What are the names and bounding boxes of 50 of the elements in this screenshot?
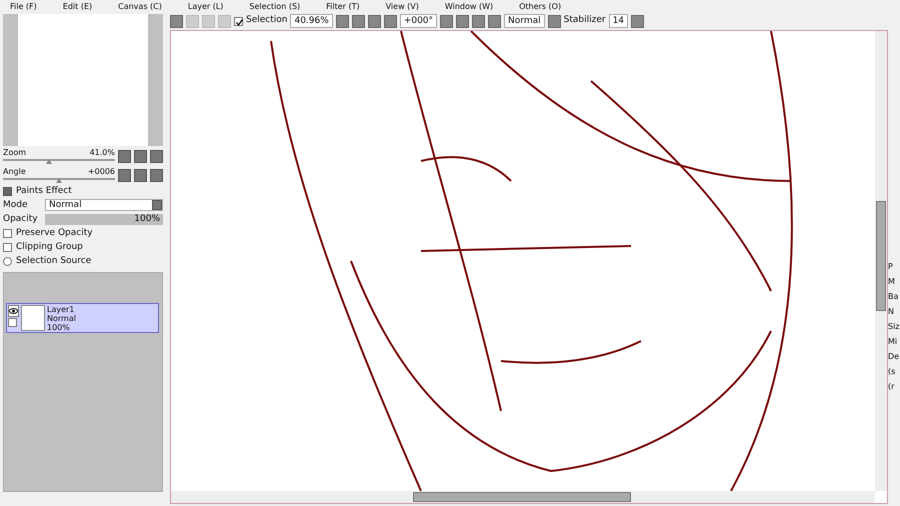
panel-label: (r <box>888 382 896 391</box>
panel-label: (s <box>888 367 896 376</box>
panel-label: N <box>888 307 895 316</box>
zoom-value: 41.0% <box>90 148 115 157</box>
zoom-field[interactable]: 40.96% <box>290 14 333 28</box>
menu-item[interactable]: Others (O) <box>519 0 562 12</box>
checkbox[interactable] <box>234 16 243 26</box>
checkbox-label[interactable]: Clipping Group <box>16 241 83 253</box>
angle-field[interactable]: +000° <box>400 14 438 28</box>
zoom-label: Zoom <box>3 148 26 157</box>
radio-button[interactable] <box>3 256 12 266</box>
panel-label: Siz <box>888 322 900 331</box>
selection-label[interactable]: Selection <box>246 14 288 28</box>
layer-thumbnail <box>21 305 45 331</box>
menu-item[interactable]: Selection (S) <box>249 0 300 12</box>
stabilizer-field[interactable]: 14 <box>608 14 628 28</box>
mode-dropdown[interactable]: Normal <box>45 199 163 211</box>
checkbox[interactable] <box>3 228 12 238</box>
panel-label: M <box>888 277 896 286</box>
stabilizer-label: Stabilizer <box>564 14 606 28</box>
vertical-scrollbar-thumb[interactable] <box>876 201 886 311</box>
angle-value: +0006 <box>88 167 115 176</box>
menu-item[interactable]: Window (W) <box>444 0 494 12</box>
radio-label[interactable]: Selection Source <box>16 255 92 267</box>
menu-item[interactable]: File (F) <box>10 0 37 12</box>
angle-label: Angle <box>3 167 26 176</box>
zoom-slider-thumb[interactable] <box>46 159 52 164</box>
panel-label: Ba <box>888 292 900 301</box>
blend-mode-button[interactable]: Normal <box>504 14 545 28</box>
opacity-slider[interactable]: 100% <box>45 214 163 224</box>
menu-item[interactable]: Canvas (C) <box>118 0 162 12</box>
checkbox-label[interactable]: Preserve Opacity <box>16 227 93 239</box>
mode-label: Mode <box>3 199 29 211</box>
horizontal-scrollbar-thumb[interactable] <box>413 492 631 502</box>
menu-item[interactable]: Edit (E) <box>62 0 92 12</box>
paints-effect-label[interactable]: Paints Effect <box>16 185 72 197</box>
panel-label: Mi <box>888 337 898 346</box>
menu-item[interactable]: View (V) <box>386 0 419 12</box>
layer-mode: Normal <box>47 314 76 323</box>
menu-item[interactable]: Filter (T) <box>326 0 360 12</box>
angle-slider-thumb[interactable] <box>56 178 62 183</box>
menu-item[interactable]: Layer (L) <box>188 0 224 12</box>
panel-label: De <box>888 352 900 361</box>
opacity-label: Opacity <box>3 213 39 225</box>
layer-opacity: 100% <box>47 323 71 332</box>
layer-row[interactable]: Layer1 Normal 100% <box>6 303 159 333</box>
checkbox[interactable] <box>3 242 12 252</box>
eye-icon[interactable] <box>8 305 19 317</box>
panel-label: P <box>888 262 894 271</box>
layer-name: Layer1 <box>47 305 76 314</box>
